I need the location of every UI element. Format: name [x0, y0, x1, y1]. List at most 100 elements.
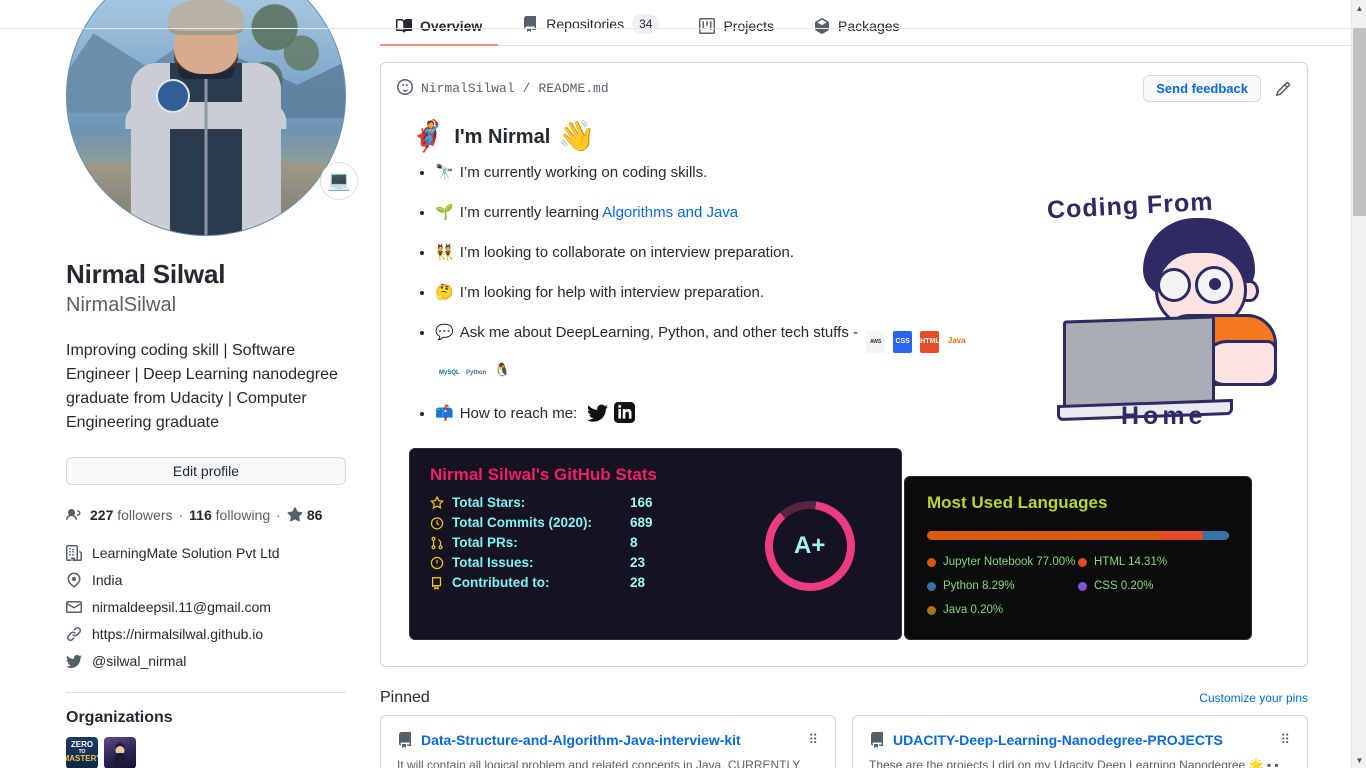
pinned-repo-link-1[interactable]: Data-Structure-and-Algorithm-Java-interv…	[421, 732, 741, 748]
organizations-title: Organizations	[66, 708, 173, 726]
website-link[interactable]: https://nirmalsilwal.github.io	[92, 624, 263, 645]
tab-repositories[interactable]: Repositories 34	[506, 14, 675, 45]
edit-profile-button[interactable]: Edit profile	[66, 456, 346, 485]
package-icon	[814, 18, 830, 34]
bullet-learning: 🌱 I’m currently learning Algorithms and J…	[435, 202, 1009, 224]
legend-label-html: HTML 14.31%	[1094, 556, 1168, 568]
repo-icon	[869, 732, 885, 748]
drag-handle-icon[interactable]: ⠿	[808, 733, 819, 746]
mail-icon	[66, 597, 82, 618]
linkedin-profile-icon[interactable]	[614, 402, 636, 430]
email-link[interactable]: nirmaldeepsil.11@gmail.com	[92, 597, 271, 618]
edit-pencil-icon[interactable]	[1275, 81, 1291, 97]
detail-website[interactable]: https://nirmalsilwal.github.io	[66, 624, 346, 645]
readme-owner[interactable]: NirmalSilwal	[421, 81, 515, 96]
stars-count: 86	[306, 506, 323, 523]
illustration-laptop-screen: 🦊 HACKTIVE	[1063, 315, 1215, 520]
lang-segment-html	[1159, 531, 1203, 540]
drag-handle-icon[interactable]: ⠿	[1280, 733, 1291, 746]
following-link[interactable]: 116 following	[189, 507, 270, 523]
illustration-face	[1155, 250, 1247, 328]
org-avatar-second[interactable]	[104, 736, 136, 768]
readme-body: Coding From 🦊 HACKTIVE	[381, 102, 1307, 666]
illustration-ear	[1241, 280, 1259, 302]
readme-filename[interactable]: README.md	[538, 81, 608, 96]
pull-request-icon	[430, 536, 452, 550]
legend-dot-python	[927, 581, 936, 591]
top-horizontal-rule	[0, 28, 1351, 29]
profile-tabs: Overview Repositories 34 Projects Packag…	[380, 0, 1366, 46]
twitter-profile-icon[interactable]	[587, 402, 609, 430]
following-count: 116	[189, 506, 212, 523]
bullet-ask-me: 💬 Ask me about DeepLearning, Python, and …	[435, 322, 1009, 384]
book-icon	[396, 18, 412, 34]
legend-dot-jupyter	[927, 557, 936, 567]
stat-label-issues: Total Issues:	[452, 555, 534, 570]
followers-label: followers	[117, 506, 173, 523]
pinned-card-2-header: UDACITY-Deep-Learning-Nanodegree-PROJECT…	[869, 732, 1291, 748]
readme-slash: /	[522, 81, 531, 96]
twitter-link[interactable]: @silwal_nirmal	[92, 651, 186, 672]
pinned-card-2-name: UDACITY-Deep-Learning-Nanodegree-PROJECT…	[869, 732, 1223, 748]
pinned-grid: Data-Structure-and-Algorithm-Java-interv…	[380, 715, 1308, 768]
smiley-icon	[397, 78, 413, 99]
pinned-card-2[interactable]: UDACITY-Deep-Learning-Nanodegree-PROJECT…	[852, 715, 1308, 768]
profile-readme-card: NirmalSilwal / README.md Send feedback C…	[380, 62, 1308, 667]
page-scrollbar[interactable]: ▲ ▼	[1351, 0, 1366, 768]
legend-item-jupyter: Jupyter Notebook 77.00%	[927, 556, 1078, 568]
stat-label-stars: Total Stars:	[452, 495, 526, 510]
readme-heading-row: 🦸 I'm Nirmal 👋	[409, 122, 1275, 152]
pinned-card-1[interactable]: Data-Structure-and-Algorithm-Java-interv…	[380, 715, 836, 768]
illustration-bottom-text: Home	[1121, 402, 1207, 430]
pinned-header: Pinned Customize your pins	[380, 689, 1308, 707]
linux-penguin-icon: 🐧	[493, 359, 512, 381]
lang-segment-python	[1202, 531, 1228, 540]
tab-packages[interactable]: Packages	[798, 18, 915, 45]
avatar[interactable]	[66, 0, 346, 236]
coding-from-home-illustration: Coding From 🦊 HACKTIVE	[1035, 188, 1295, 520]
java-badge-icon: Java	[947, 330, 967, 352]
github-stats-card: Nirmal Silwal's GitHub Stats Total Stars…	[409, 448, 902, 640]
detail-organization: LearningMate Solution Pvt Ltd	[66, 543, 346, 564]
status-emoji-badge[interactable]: 💻	[320, 162, 358, 200]
legend-dot-css	[1078, 581, 1087, 591]
readme-breadcrumb: NirmalSilwal / README.md	[397, 78, 609, 99]
legend-item-html: HTML 14.31%	[1078, 556, 1229, 568]
stars-link[interactable]: 86	[287, 506, 323, 523]
org-avatar-zero-to-mastery[interactable]: ZERO TO MASTERY	[66, 736, 98, 768]
readme-heading: I'm Nirmal	[454, 125, 551, 148]
issue-icon	[430, 556, 452, 570]
scroll-down-arrow-icon[interactable]: ▼	[1352, 752, 1366, 768]
tab-repositories-count: 34	[632, 14, 660, 34]
avatar-jacket-logo	[155, 78, 190, 113]
github-stats-row: Nirmal Silwal's GitHub Stats Total Stars…	[409, 448, 1275, 640]
illustration-pupil	[1209, 278, 1221, 290]
scrollbar-thumb[interactable]	[1353, 28, 1366, 216]
scroll-up-arrow-icon[interactable]: ▲	[1352, 0, 1366, 16]
organization-text: LearningMate Solution Pvt Ltd	[92, 544, 280, 561]
pinned-repo-link-2[interactable]: UDACITY-Deep-Learning-Nanodegree-PROJECT…	[893, 732, 1223, 748]
pinned-card-1-header: Data-Structure-and-Algorithm-Java-interv…	[397, 732, 819, 748]
bullet-working-on: 🔭 I’m currently working on coding skills.	[435, 162, 1009, 184]
languages-bar	[927, 531, 1229, 540]
send-feedback-button[interactable]: Send feedback	[1143, 75, 1261, 102]
twitter-icon	[66, 651, 82, 672]
algorithms-java-link[interactable]: Algorithms and Java	[602, 204, 738, 221]
legend-label-java: Java 0.20%	[943, 604, 1004, 616]
detail-twitter[interactable]: @silwal_nirmal	[66, 651, 346, 672]
tab-projects-label: Projects	[723, 18, 775, 34]
tab-overview[interactable]: Overview	[380, 18, 499, 46]
tab-projects[interactable]: Projects	[683, 18, 790, 45]
aws-badge-icon: AWS	[866, 331, 886, 353]
followers-link[interactable]: 227 followers	[90, 507, 173, 523]
star-icon	[430, 495, 452, 510]
avatar-wrapper: 💻	[66, 0, 358, 236]
bullet-working-on-text: I’m currently working on coding skills.	[459, 164, 708, 181]
people-icon	[66, 507, 82, 523]
detail-email[interactable]: nirmaldeepsil.11@gmail.com	[66, 597, 346, 618]
pinned-card-2-description: These are the projects I did on my Udaci…	[869, 758, 1279, 768]
github-profile-page: 💻 Nirmal Silwal NirmalSilwal Improving c…	[0, 0, 1366, 768]
bullet-learning-text: I’m currently learning	[459, 204, 603, 221]
tab-repositories-label: Repositories	[546, 16, 625, 32]
customize-pins-link[interactable]: Customize your pins	[1199, 691, 1308, 705]
